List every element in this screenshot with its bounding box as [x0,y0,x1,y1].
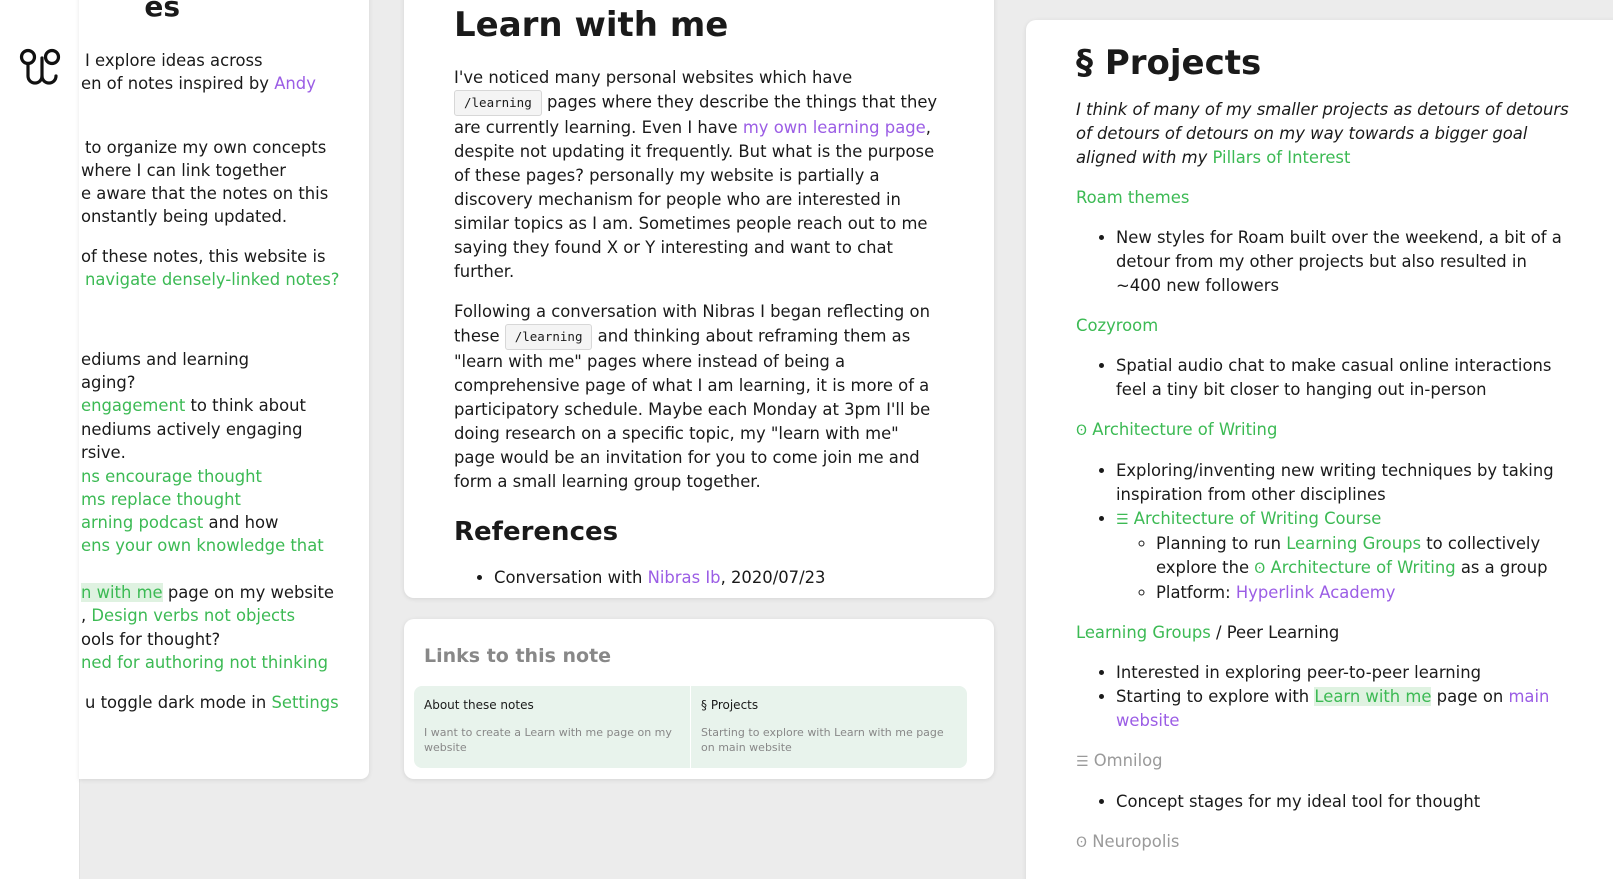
backlinks-title: Links to this note [424,645,612,667]
left-pane-link[interactable]: ned for authoring not thinking [81,653,328,672]
list-item: Concept stages for my ideal tool for tho… [1116,790,1576,814]
note-pane-projects: § Projects I think of many of my smaller… [1026,20,1613,879]
backlinks-panel: Links to this note About these notes I w… [404,619,994,779]
note-pane-about: es I explore ideas across en of notes ins… [79,0,369,779]
list-item: Spatial audio chat to make casual online… [1116,354,1576,402]
note-title: Learn with me [454,5,729,45]
list-item: Platform: Hyperlink Academy [1156,581,1576,605]
backlink-card-projects[interactable]: § Projects Starting to explore with Lear… [691,686,967,768]
backlink-title: About these notes [424,698,534,712]
left-pane-link[interactable]: Settings [271,693,338,712]
list-icon: ☰ [1076,754,1089,770]
roam-themes-link[interactable]: Roam themes [1076,188,1189,207]
site-logo-icon[interactable] [18,46,62,90]
list-item: Exploring/inventing new writing techniqu… [1116,459,1576,507]
reference-item: Conversation with Nibras Ib, 2020/07/23 [494,566,944,590]
aow-course-link[interactable]: ☰ Architecture of Writing Course [1116,509,1381,528]
learning-groups-link[interactable]: Learning Groups [1286,534,1421,553]
paragraph-1: I've noticed many personal websites whic… [454,68,938,281]
projects-title: § Projects [1076,43,1262,83]
learning-groups-heading-link[interactable]: Learning Groups [1076,623,1211,642]
list-item: Starting to explore with Learn with me p… [1116,685,1576,733]
backlink-card-about[interactable]: About these notes I want to create a Lea… [414,686,690,768]
left-pane-title: es [144,0,180,23]
cozyroom-link[interactable]: Cozyroom [1076,316,1158,335]
sidebar-rail [0,0,80,879]
left-pane-link[interactable]: ens your own knowledge that [81,536,324,555]
hyperlink-academy-link[interactable]: Hyperlink Academy [1236,583,1396,602]
left-pane-link[interactable]: ms replace thought [81,490,241,509]
learn-with-me-link[interactable]: Learn with me [1314,687,1432,706]
aow-inline-link[interactable]: ʘ Architecture of Writing [1254,558,1455,577]
left-pane-link[interactable]: Design verbs not objects [91,606,295,625]
backlink-snippet: Starting to explore with Learn with me p… [701,726,944,754]
nibras-link[interactable]: Nibras Ib [648,568,721,587]
projects-intro: I think of many of my smaller projects a… [1076,100,1569,167]
left-pane-link[interactable]: arning podcast [81,513,203,532]
pillars-link[interactable]: Pillars of Interest [1213,148,1351,167]
list-item: New styles for Roam built over the weeke… [1116,226,1576,298]
list-item: Interested in exploring peer-to-peer lea… [1116,661,1576,685]
backlink-title: § Projects [701,698,759,712]
circle-dot-icon: ʘ [1254,561,1266,577]
left-pane-link[interactable]: ns encourage thought [81,467,262,486]
list-icon: ☰ [1116,512,1129,528]
inline-code: /learning [454,90,542,116]
list-item: ☰ Architecture of Writing Course Plannin… [1116,507,1576,605]
neuropolis-heading: ʘ Neuropolis [1076,832,1180,851]
circle-dot-icon: ʘ [1076,423,1088,439]
note-pane-learn-with-me: Learn with me I've noticed many personal… [404,0,994,598]
omnilog-heading: ☰ Omnilog [1076,751,1163,770]
architecture-of-writing-link[interactable]: ʘ Architecture of Writing [1076,420,1277,439]
left-pane-link[interactable]: Andy [274,74,316,93]
left-pane-link[interactable]: n with me [81,583,163,602]
my-learning-page-link[interactable]: my own learning page [743,118,926,137]
list-item: Planning to run Learning Groups to colle… [1156,532,1576,581]
inline-code: /learning [504,324,593,350]
backlink-snippet: I want to create a Learn with me page on… [424,726,672,754]
paragraph-2: Following a conversation with Nibras I b… [454,302,931,491]
left-pane-link[interactable]: engagement [81,396,185,415]
left-pane-link[interactable]: navigate densely-linked notes? [85,270,340,289]
circle-dot-icon: ʘ [1076,835,1088,851]
references-heading: References [454,517,619,547]
